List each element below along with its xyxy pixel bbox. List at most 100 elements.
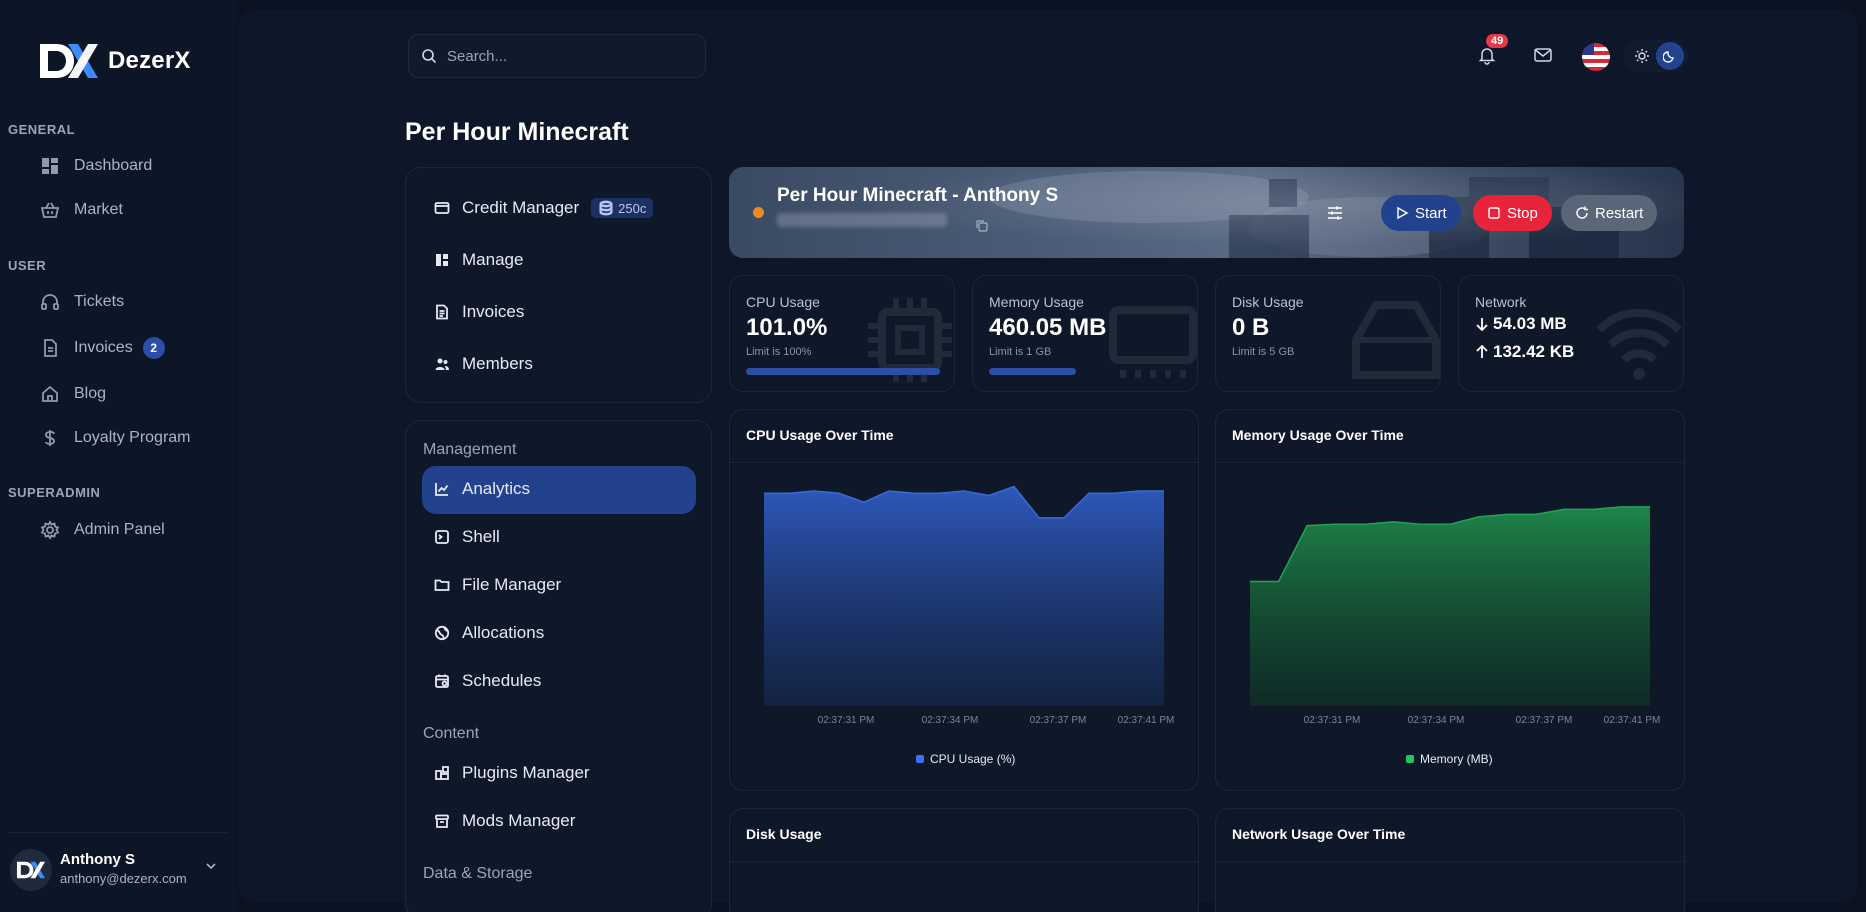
sidebar-item-loyalty-program[interactable]: Loyalty Program (40, 424, 191, 452)
wifi-icon (1596, 308, 1682, 380)
network-down-value: 54.03 MB (1493, 314, 1567, 333)
legend-label: Memory (MB) (1420, 752, 1493, 766)
sidebar-item-blog[interactable]: Blog (40, 380, 106, 408)
cpu-chart-card: CPU Usage Over Time 02:37:31 PM 02:37:34 … (729, 409, 1199, 791)
notification-count-badge: 49 (1486, 34, 1509, 48)
theme-toggle[interactable] (1624, 40, 1688, 72)
menu-item-manage[interactable]: Manage (434, 250, 523, 270)
cpu-progress-bar (746, 368, 940, 375)
restart-icon (1576, 206, 1588, 219)
memory-label: Memory Usage (989, 294, 1084, 310)
menu-item-plugins-manager[interactable]: Plugins Manager (434, 763, 590, 783)
memory-limit: Limit is 1 GB (989, 346, 1052, 358)
user-profile-menu[interactable]: Anthony S anthony@dezerx.com (8, 832, 228, 902)
menu-item-analytics[interactable]: Analytics (434, 479, 530, 499)
legend-swatch (916, 755, 924, 763)
search-icon (422, 49, 437, 64)
globe-icon (434, 625, 450, 641)
memory-chart-card: Memory Usage Over Time 02:37:31 PM 02:37:… (1215, 409, 1685, 791)
chart-legend[interactable]: Memory (MB) (1406, 752, 1493, 766)
legend-swatch (1406, 755, 1414, 763)
chart-title: Disk Usage (746, 826, 822, 842)
network-chart-card: Network Usage Over Time (1215, 808, 1685, 912)
x-tick-label: 02:37:34 PM (1408, 715, 1465, 726)
menu-item-mods-manager[interactable]: Mods Manager (434, 811, 575, 831)
nav-section-superadmin: SUPERADMIN (8, 485, 101, 500)
server-name: Per Hour Minecraft - Anthony S (777, 185, 1059, 206)
menu-item-file-manager[interactable]: File Manager (434, 575, 561, 595)
gear-icon (40, 520, 60, 540)
sidebar-item-invoices[interactable]: Invoices 2 (40, 334, 165, 362)
credit-amount: 250c (618, 200, 647, 216)
cpu-icon (868, 298, 952, 382)
messages-button[interactable] (1530, 42, 1556, 68)
dollar-icon (45, 430, 55, 446)
disk-icon (1352, 301, 1440, 379)
divider (1216, 861, 1684, 862)
search-box[interactable] (408, 34, 706, 78)
network-up: 132.42 KB (1475, 342, 1574, 362)
menu-item-label: Schedules (462, 671, 542, 690)
archive-icon (435, 814, 449, 828)
menu-item-label: Allocations (462, 623, 545, 642)
memory-icon (1109, 306, 1197, 378)
page-title: Per Hour Minecraft (405, 118, 629, 146)
chart-title: Memory Usage Over Time (1232, 427, 1404, 443)
server-address-redacted (777, 213, 947, 227)
language-flag-icon[interactable] (1582, 43, 1610, 71)
disk-limit: Limit is 5 GB (1232, 346, 1295, 358)
home-icon (42, 385, 58, 402)
sidebar-item-label: Admin Panel (74, 521, 165, 538)
server-settings-button[interactable] (1317, 195, 1353, 231)
sidebar-item-admin-panel[interactable]: Admin Panel (40, 516, 165, 544)
cpu-label: CPU Usage (746, 294, 820, 310)
series-area (1250, 506, 1650, 706)
disk-chart-card: Disk Usage (729, 808, 1199, 912)
sidebar-item-market[interactable]: Market (40, 196, 123, 224)
nav-section-user: USER (8, 258, 47, 273)
layout-icon (436, 254, 448, 266)
cpu-limit: Limit is 100% (746, 346, 812, 358)
menu-item-shell[interactable]: Shell (434, 527, 500, 547)
server-status-dot (753, 207, 764, 218)
menu-item-credit-manager[interactable]: Credit Manager 250c (434, 198, 654, 218)
sun-icon[interactable] (1628, 42, 1656, 70)
menu-item-label: Mods Manager (462, 811, 576, 830)
start-button[interactable]: Start (1381, 195, 1461, 231)
memory-value: 460.05 MB (989, 314, 1107, 341)
wallet-icon (434, 202, 450, 214)
search-input[interactable] (447, 47, 687, 65)
menu-item-invoices[interactable]: Invoices (434, 302, 524, 322)
server-menu-sections: Management Analytics Shell File Manager … (405, 420, 712, 912)
chevron-down-icon (206, 863, 216, 870)
arrow-up-icon (1476, 345, 1488, 358)
invoices-count-badge: 2 (142, 337, 165, 359)
menu-item-label: Invoices (462, 302, 525, 321)
brand-logo[interactable]: DezerX (38, 42, 191, 80)
x-tick-label: 02:37:37 PM (1030, 715, 1087, 726)
sidebar-item-dashboard[interactable]: Dashboard (40, 152, 152, 180)
credit-badge: 250c (591, 198, 654, 218)
chart-icon (435, 483, 449, 496)
sidebar-item-tickets[interactable]: Tickets (40, 288, 124, 316)
menu-group-management: Management (423, 441, 517, 458)
copy-icon[interactable] (975, 219, 989, 233)
x-tick-label: 02:37:41 PM (1118, 715, 1175, 726)
menu-item-members[interactable]: Members (434, 354, 533, 374)
menu-item-schedules[interactable]: Schedules (434, 671, 541, 691)
cpu-chart[interactable]: 02:37:31 PM 02:37:34 PM 02:37:37 PM 02:37:4… (730, 462, 1199, 791)
memory-chart[interactable]: 02:37:31 PM 02:37:34 PM 02:37:37 PM 02:37:4… (1216, 462, 1685, 791)
moon-icon[interactable] (1656, 42, 1684, 70)
restart-button[interactable]: Restart (1561, 195, 1658, 231)
memory-progress-bar (989, 368, 1077, 375)
chart-legend[interactable]: CPU Usage (%) (916, 752, 1015, 766)
stop-button[interactable]: Stop (1473, 195, 1552, 231)
menu-item-allocations[interactable]: Allocations (434, 623, 544, 643)
restart-label: Restart (1595, 204, 1644, 222)
network-up-value: 132.42 KB (1493, 342, 1575, 361)
cpu-value: 101.0% (746, 314, 828, 341)
menu-item-label: Analytics (462, 479, 531, 498)
start-label: Start (1415, 204, 1447, 222)
puzzle-icon (435, 766, 449, 780)
brand-name: DezerX (108, 47, 191, 74)
